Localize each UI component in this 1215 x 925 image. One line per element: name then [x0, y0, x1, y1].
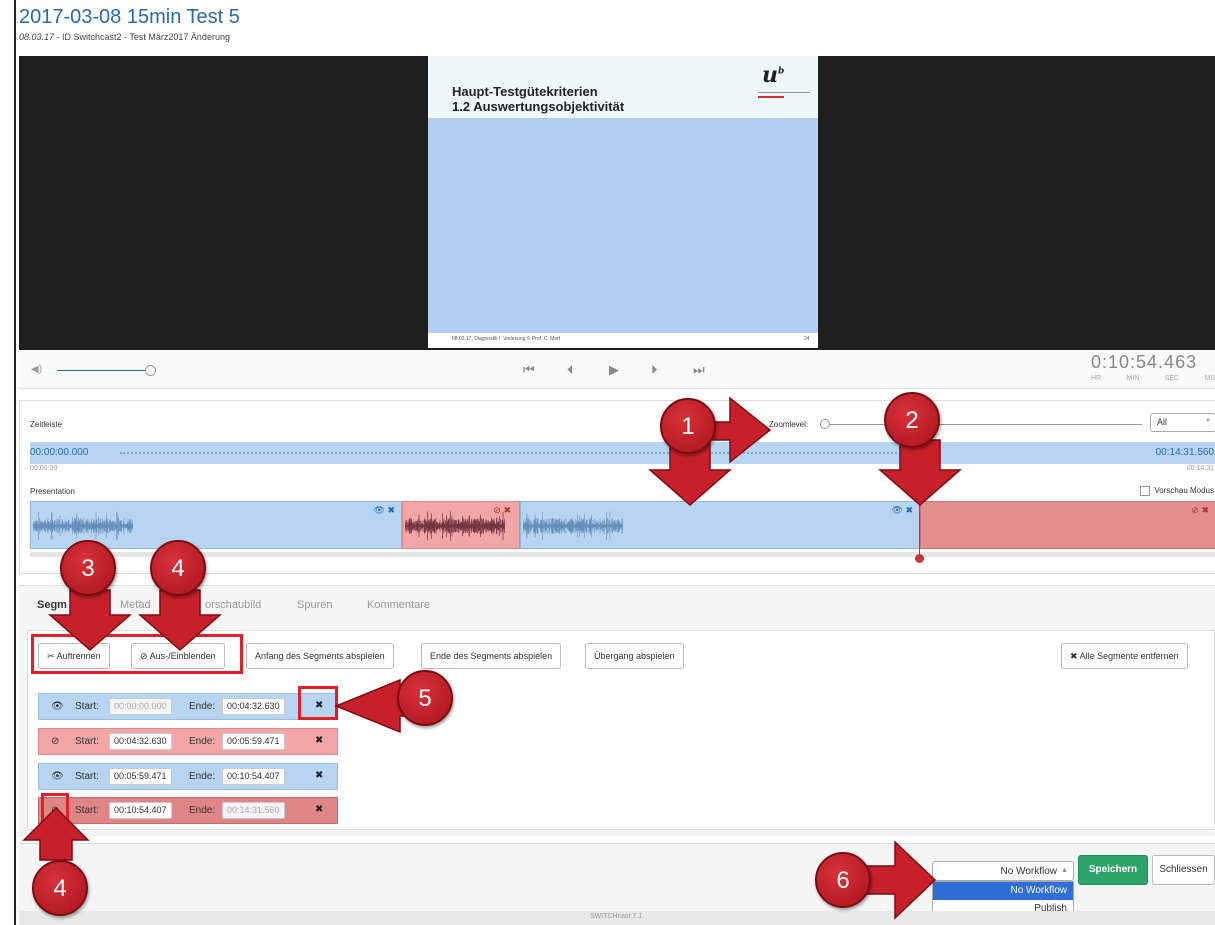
annotation-badge: 1: [660, 398, 716, 454]
annotation-badge: 2: [884, 392, 940, 448]
annotation-badge: 6: [815, 852, 871, 908]
arrow-down-icon: [48, 589, 132, 651]
arrow-down-icon: [138, 589, 222, 651]
annotation-badge: 3: [60, 540, 116, 596]
annotation-badge: 5: [397, 670, 453, 726]
annotation-arrows: [22, 396, 962, 920]
annotation-badge: 4: [32, 860, 88, 916]
arrow-right-icon: [861, 840, 937, 920]
arrow-down-icon: [878, 439, 962, 506]
arrow-up-icon: [22, 806, 90, 861]
annotation-badge: 4: [150, 540, 206, 596]
